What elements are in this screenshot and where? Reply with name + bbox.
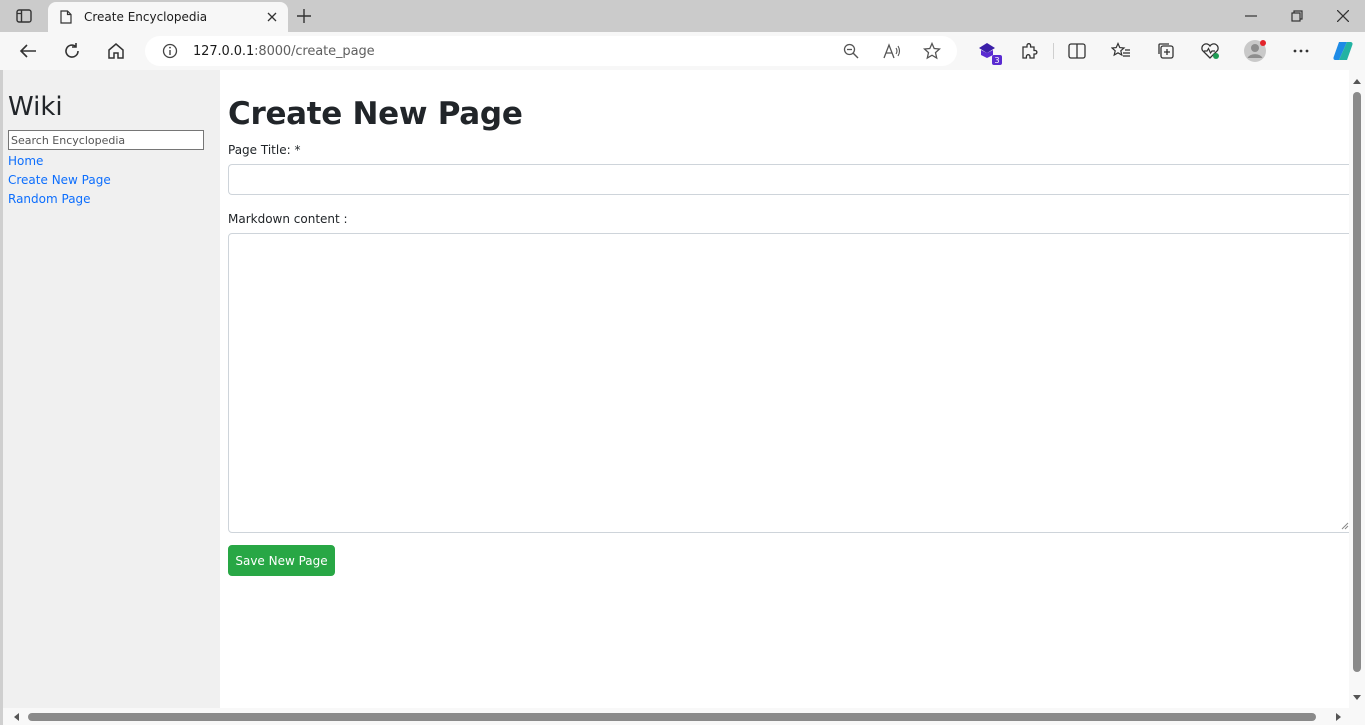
zoom-out-icon[interactable] <box>841 42 861 60</box>
close-window-icon[interactable] <box>1328 6 1358 26</box>
copilot-icon[interactable] <box>1331 39 1355 63</box>
back-arrow-icon[interactable] <box>16 39 40 63</box>
browser-tab-bar: Create Encyclopedia <box>0 0 1365 32</box>
vertical-scroll-thumb[interactable] <box>1353 92 1361 672</box>
read-aloud-icon[interactable] <box>882 42 902 60</box>
extensions-puzzle-icon[interactable] <box>1017 39 1041 63</box>
favorite-star-icon[interactable] <box>922 42 942 60</box>
nav-link-home[interactable]: Home <box>8 152 215 171</box>
nav-link-random-page[interactable]: Random Page <box>8 190 215 209</box>
close-tab-icon[interactable] <box>264 9 280 25</box>
main-content: Create New Page Page Title: * Markdown c… <box>228 70 1352 708</box>
markdown-content-textarea[interactable] <box>228 233 1352 533</box>
search-input[interactable] <box>8 130 204 150</box>
page-viewport: Wiki Home Create New Page Random Page Cr… <box>0 70 1365 725</box>
favorites-icon[interactable] <box>1109 39 1133 63</box>
reload-icon[interactable] <box>60 39 84 63</box>
restore-icon[interactable] <box>1282 6 1312 26</box>
scroll-down-arrow-icon[interactable] <box>1353 692 1361 702</box>
horizontal-scrollbar[interactable] <box>3 708 1365 725</box>
collections-icon[interactable] <box>1154 39 1178 63</box>
browser-toolbar: 127.0.0.1:8000/create_page 3 <box>0 32 1365 70</box>
minimize-icon[interactable] <box>1236 6 1266 26</box>
save-new-page-button[interactable]: Save New Page <box>228 545 335 576</box>
vertical-scrollbar[interactable] <box>1349 70 1365 708</box>
scroll-up-arrow-icon[interactable] <box>1353 76 1361 86</box>
tab-title: Create Encyclopedia <box>84 10 208 24</box>
content-label: Markdown content : <box>228 212 348 226</box>
profile-avatar-icon[interactable] <box>1243 39 1267 63</box>
tab-actions-icon[interactable] <box>10 6 38 26</box>
sidebar: Wiki Home Create New Page Random Page <box>3 70 220 708</box>
browser-essentials-icon[interactable] <box>1198 39 1222 63</box>
horizontal-scroll-thumb[interactable] <box>28 713 1316 721</box>
site-title: Wiki <box>8 92 63 122</box>
more-menu-icon[interactable] <box>1289 39 1313 63</box>
page-heading: Create New Page <box>228 96 523 132</box>
address-bar[interactable]: 127.0.0.1:8000/create_page <box>145 36 957 66</box>
new-tab-icon[interactable] <box>294 6 314 26</box>
resize-grip-icon[interactable] <box>1341 522 1349 530</box>
nav-link-create-page[interactable]: Create New Page <box>8 171 215 190</box>
extension-badge-icon[interactable]: 3 <box>975 39 1002 65</box>
toolbar-divider <box>1053 43 1054 59</box>
home-icon[interactable] <box>104 39 128 63</box>
site-info-icon[interactable] <box>162 43 178 59</box>
scroll-left-arrow-icon[interactable] <box>11 712 21 722</box>
title-label: Page Title: * <box>228 143 301 157</box>
active-tab[interactable]: Create Encyclopedia <box>48 2 288 32</box>
split-screen-icon[interactable] <box>1065 39 1089 63</box>
url-text: 127.0.0.1:8000/create_page <box>193 44 375 59</box>
page-title-input[interactable] <box>228 164 1352 195</box>
page-icon <box>58 9 74 25</box>
scroll-right-arrow-icon[interactable] <box>1333 712 1343 722</box>
